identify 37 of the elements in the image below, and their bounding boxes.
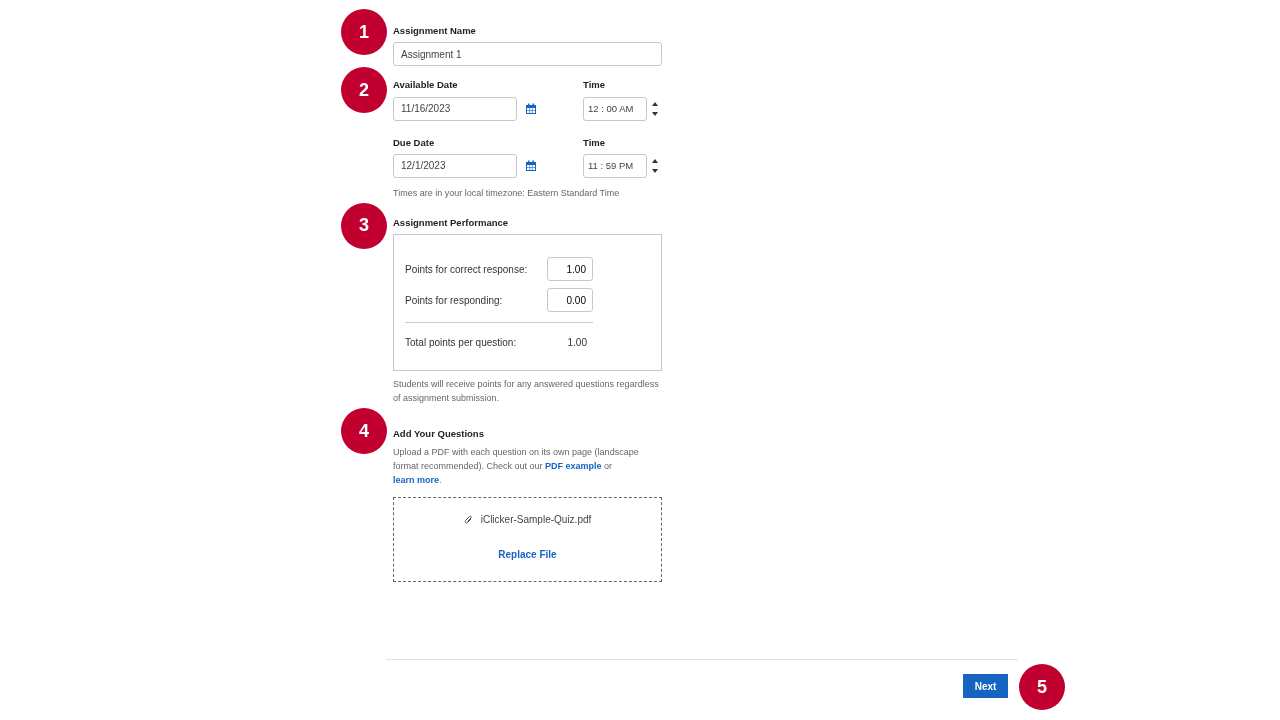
help-link[interactable]: PDF example [545, 461, 602, 472]
paperclip-icon [463, 514, 473, 525]
calendar-icon[interactable] [525, 102, 537, 115]
spin-down-icon[interactable] [651, 110, 659, 117]
section-title: Add Your Questions [393, 427, 485, 441]
step-number-badge: 1 [341, 9, 387, 55]
points-label: Points for responding: [405, 293, 503, 308]
file-name: iClicker-Sample-Quiz.pdf [480, 513, 592, 528]
step-number-badge: 4 [341, 408, 387, 454]
date-field[interactable]: 12/1/2023 [393, 153, 517, 178]
time-field[interactable]: 11 : 59 PM [583, 153, 647, 178]
points-field[interactable]: 0.00 [547, 288, 593, 312]
step-number-badge: 2 [341, 67, 387, 114]
text-field[interactable]: Assignment 1 [393, 42, 662, 67]
field-label: Available Date [393, 78, 459, 93]
grading-note: Students will receive points for any answered questions regardless of assignment submission. [393, 378, 660, 405]
total-label: Total points per question: [405, 336, 517, 350]
replace-file-link[interactable]: Replace File [498, 547, 557, 563]
field-label: Due Date [393, 135, 436, 150]
next-button[interactable]: Next [963, 674, 1008, 698]
spin-down-icon[interactable] [651, 167, 659, 174]
spin-up-icon[interactable] [651, 100, 659, 107]
field-label: Assignment Name [393, 24, 477, 38]
calendar-icon[interactable] [525, 159, 537, 172]
step-number-badge: 5 [1019, 664, 1065, 710]
spin-up-icon[interactable] [651, 157, 659, 164]
timezone-note: Times are in your local timezone: Eastern Standard Time [393, 186, 621, 200]
upload-instructions: Upload a PDF with each question on its own page (landscape format recommended). Check out our PDF example or learn more. [393, 446, 640, 488]
points-field[interactable]: 1.00 [547, 257, 593, 281]
field-label: Time [583, 135, 606, 150]
section-title: Assignment Performance [393, 215, 510, 230]
step-number-badge: 3 [341, 202, 387, 249]
field-label: Time [583, 78, 606, 93]
points-label: Points for correct response: [405, 262, 528, 277]
time-field[interactable]: 12 : 00 AM [583, 96, 647, 121]
date-field[interactable]: 11/16/2023 [393, 96, 517, 121]
total-value: 1.00 [567, 336, 587, 350]
